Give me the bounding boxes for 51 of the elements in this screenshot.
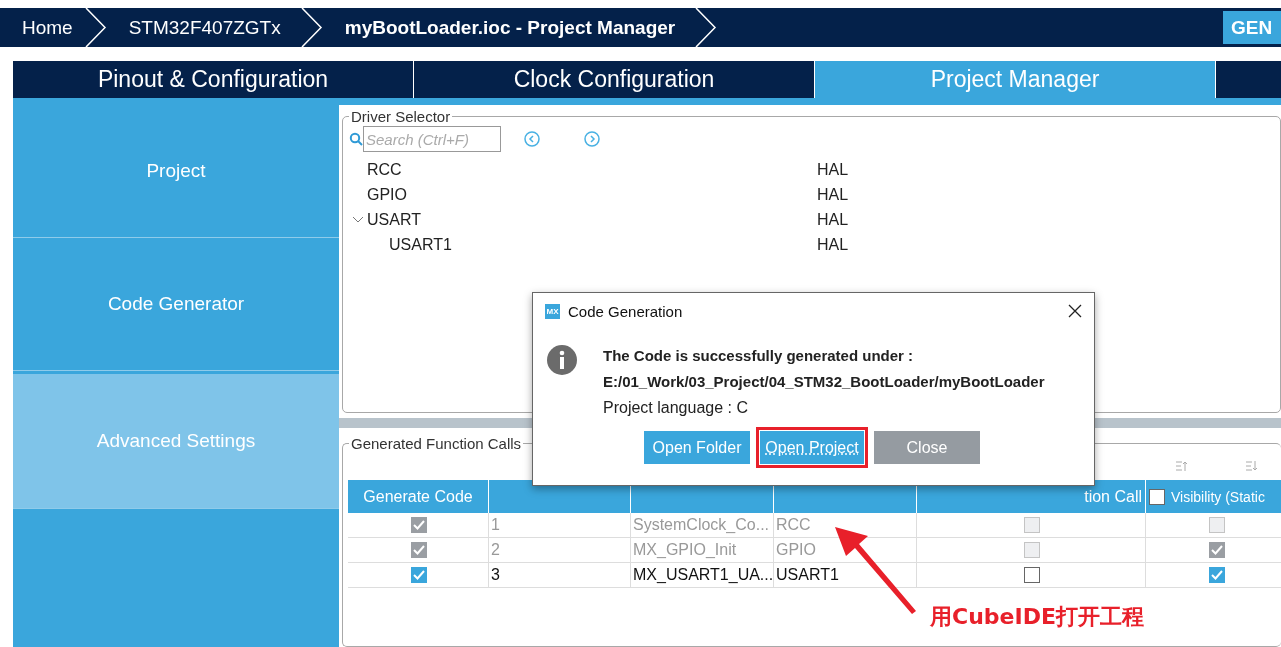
previous-icon[interactable] [524, 131, 540, 147]
panel-title: Driver Selector [350, 108, 452, 125]
checkbox[interactable] [1149, 488, 1165, 505]
generate-button[interactable]: GEN [1223, 11, 1281, 44]
table-cell: 1 [489, 513, 631, 538]
chevron-down-icon[interactable] [352, 215, 364, 224]
chevron-icon [300, 8, 323, 47]
sort-ascending-icon[interactable] [1175, 460, 1189, 472]
driver-type: HAL [817, 210, 849, 229]
dialog-button[interactable]: Close [874, 431, 980, 464]
table-cell: 3 [489, 563, 631, 588]
checkbox[interactable] [1208, 567, 1225, 583]
tab[interactable]: Pinout & Configuration [13, 61, 413, 98]
checkbox[interactable] [411, 567, 427, 583]
checkbox[interactable] [1024, 567, 1040, 583]
table-cell: 2 [489, 538, 631, 563]
next-icon[interactable] [584, 131, 600, 147]
table-cell: MX_GPIO_Init [631, 538, 774, 563]
close-icon[interactable] [1068, 304, 1082, 318]
breadcrumb-item[interactable]: STM32F407ZGTx [106, 16, 301, 39]
dialog-title: Code Generation [568, 302, 683, 320]
dialog-button[interactable]: Open Folder [644, 431, 750, 464]
table-cell: MX_USART1_UA... [631, 563, 774, 588]
language-text: Project language : C [603, 399, 749, 417]
info-icon [547, 345, 577, 375]
driver-type: HAL [817, 185, 849, 204]
chevron-icon [84, 8, 107, 47]
table-cell: SystemClock_Co... [631, 513, 774, 538]
panel-title: Generated Function Calls [350, 435, 523, 452]
dialog-button[interactable]: Open Project [760, 431, 864, 464]
driver-type: HAL [817, 160, 849, 179]
driver-name[interactable]: USART1 [389, 235, 817, 254]
annotation-text: 用CubeIDE打开工程 [930, 603, 1144, 631]
sort-descending-icon[interactable] [1245, 460, 1259, 472]
driver-name[interactable]: RCC [367, 160, 817, 179]
driver-name[interactable]: USART [367, 210, 817, 229]
driver-type: HAL [817, 235, 849, 254]
sidebar-item[interactable]: Advanced Settings [13, 374, 339, 509]
path-text: E:/01_Work/03_Project/04_STM32_BootLoader/myBootLoader [603, 373, 1045, 390]
column-header[interactable]: Visibility (Static [1146, 480, 1281, 513]
breadcrumb-item[interactable]: Home [0, 16, 85, 39]
tab[interactable]: Clock Configuration [414, 61, 814, 98]
driver-name[interactable]: GPIO [367, 185, 817, 204]
chevron-icon [695, 8, 718, 47]
search-icon [349, 132, 363, 146]
search-field[interactable]: Search (Ctrl+F) [363, 126, 501, 152]
message-text: The Code is successfully generated under : [603, 347, 915, 364]
app-logo: MX [545, 303, 560, 319]
tab[interactable]: Project Manager [815, 61, 1215, 98]
breadcrumb-item[interactable]: myBootLoader.ioc - Project Manager [322, 16, 696, 39]
column-header[interactable]: Generate Code [348, 480, 489, 513]
